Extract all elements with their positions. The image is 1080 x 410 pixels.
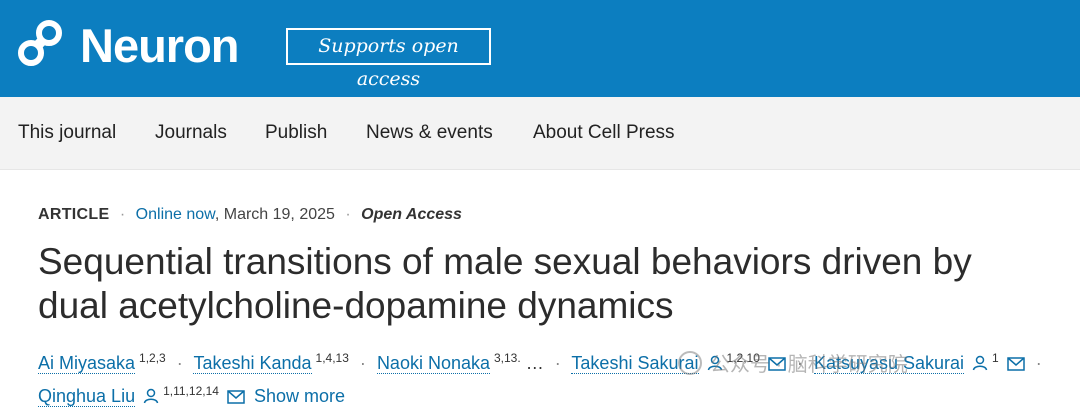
journal-brand[interactable]: Neuron bbox=[80, 18, 239, 74]
publish-date: March 19, 2025 bbox=[223, 206, 335, 223]
meta-comma: , bbox=[214, 206, 224, 223]
main-nav: This journal Journals Publish News & eve… bbox=[0, 97, 1080, 170]
open-access-badge[interactable]: Supports open access bbox=[286, 28, 491, 90]
neuron-logo-icon[interactable] bbox=[18, 18, 64, 68]
nav-this-journal[interactable]: This journal bbox=[18, 97, 116, 169]
meta-separator: · bbox=[119, 206, 126, 223]
show-more-authors-link[interactable]: Show more bbox=[254, 386, 345, 406]
nav-about-cell-press[interactable]: About Cell Press bbox=[533, 97, 675, 169]
article-meta: ARTICLE · Online now, March 19, 2025 · O… bbox=[38, 206, 462, 224]
meta-separator: · bbox=[345, 206, 351, 223]
article-type: ARTICLE bbox=[38, 206, 110, 223]
email-icon[interactable] bbox=[227, 390, 245, 404]
author-list: Ai Miyasaka 1,2,3 · Takeshi Kanda 1,4,13 ·… bbox=[38, 344, 1068, 410]
author-name[interactable]: Ai Miyasaka bbox=[38, 353, 136, 374]
author-separator: · bbox=[554, 353, 561, 373]
author-affiliation: 1,4,13 bbox=[315, 351, 349, 365]
author-name[interactable]: Takeshi Kanda bbox=[193, 353, 312, 374]
author-affiliation: 1 bbox=[992, 351, 999, 365]
author-separator: · bbox=[176, 353, 183, 373]
author-affiliation: 3,13. bbox=[494, 351, 521, 365]
author-separator: · bbox=[359, 353, 366, 373]
nav-news-events[interactable]: News & events bbox=[366, 97, 493, 169]
email-icon[interactable] bbox=[1007, 357, 1025, 371]
author-affiliation: 1,11,12,14 bbox=[163, 384, 219, 398]
author-affiliation: 1,2,3 bbox=[139, 351, 166, 365]
author-separator: · bbox=[796, 353, 803, 373]
person-icon[interactable] bbox=[707, 355, 723, 371]
author-ellipsis[interactable]: … bbox=[526, 353, 544, 373]
author-separator: · bbox=[1035, 353, 1042, 373]
author-name[interactable]: Qinghua Liu bbox=[38, 386, 136, 407]
open-access-label: Open Access bbox=[361, 206, 462, 223]
article-title-line-2: dual acetylcholine-dopamine dynamics bbox=[38, 285, 674, 326]
article-title-line-1: Sequential transitions of male sexual be… bbox=[38, 241, 972, 282]
author-name[interactable]: Naoki Nonaka bbox=[376, 353, 490, 374]
person-icon[interactable] bbox=[143, 388, 159, 404]
author-name[interactable]: Katsuyasu Sakurai bbox=[813, 353, 965, 374]
site-header: Neuron Supports open access bbox=[0, 0, 1080, 97]
author-affiliation: 1,2,10 bbox=[726, 351, 760, 365]
online-now-link[interactable]: Online now bbox=[136, 206, 215, 223]
article-title: Sequential transitions of male sexual be… bbox=[38, 240, 1048, 328]
nav-journals[interactable]: Journals bbox=[155, 97, 227, 169]
author-name[interactable]: Takeshi Sakurai bbox=[571, 353, 699, 374]
person-icon[interactable] bbox=[972, 355, 988, 371]
email-icon[interactable] bbox=[768, 357, 786, 371]
nav-publish[interactable]: Publish bbox=[265, 97, 327, 169]
